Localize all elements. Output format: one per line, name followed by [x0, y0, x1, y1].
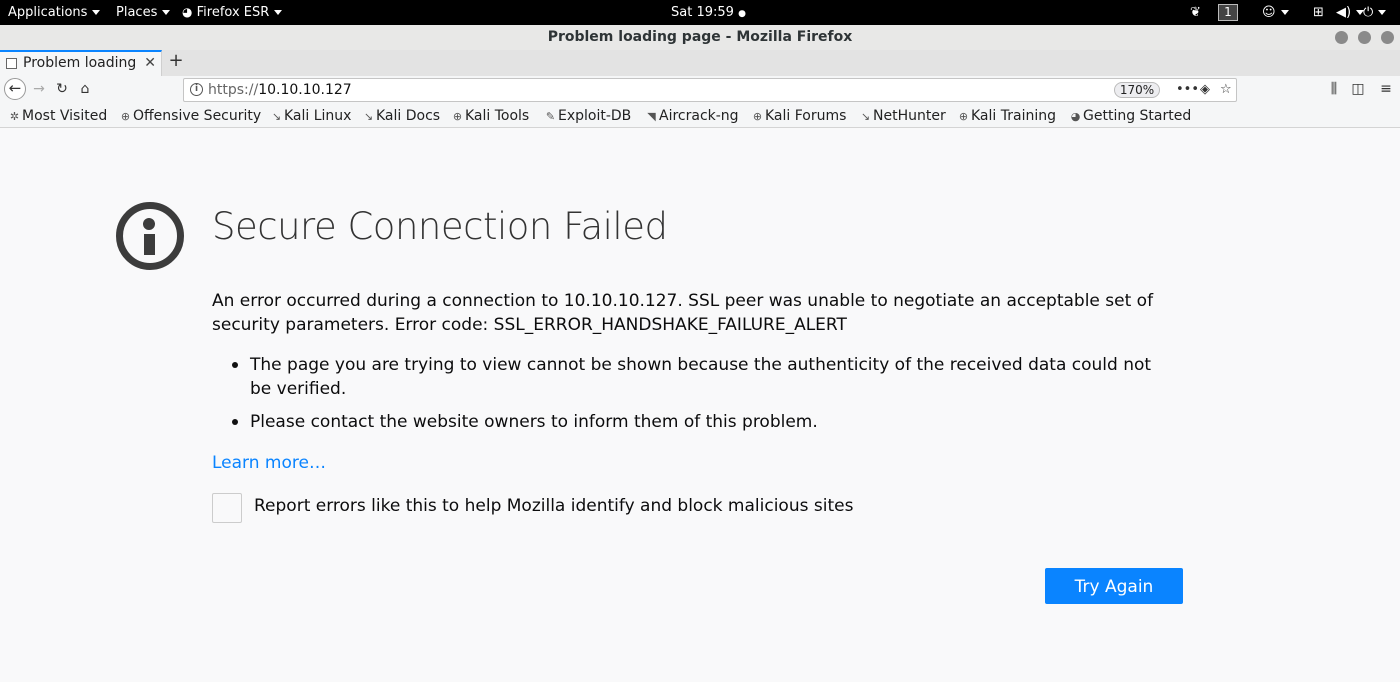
network-icon[interactable]: ⊞ [1313, 0, 1324, 25]
chevron-down-icon [162, 10, 171, 15]
window-title: Problem loading page - Mozilla Firefox [547, 29, 853, 45]
error-details-list: The page you are trying to view cannot b… [232, 353, 1172, 443]
app-menu-label: Firefox ESR [196, 5, 270, 20]
globe-icon: ⊕ [120, 110, 131, 123]
power-icon[interactable]: ⏻ [1363, 0, 1387, 25]
forward-button[interactable]: → [31, 78, 47, 100]
tab-problem-loading[interactable]: Problem loading page ✕ [0, 50, 162, 76]
page-title: Secure Connection Failed [212, 205, 668, 248]
list-item-text: Please contact the website owners to inf… [250, 412, 818, 432]
clock[interactable]: Sat 19:59 ● [671, 0, 746, 25]
chevron-down-icon [92, 10, 101, 15]
home-button[interactable]: ⌂ [77, 78, 93, 100]
aircrack-icon: ◥ [647, 110, 656, 123]
globe-icon: ⊕ [958, 110, 969, 123]
info-icon[interactable]: i [190, 83, 203, 96]
back-button[interactable]: ← [4, 78, 26, 100]
zoom-level-button[interactable]: 170% [1114, 82, 1160, 98]
app-menu[interactable]: ◕ Firefox ESR [182, 0, 283, 25]
report-errors-label[interactable]: Report errors like this to help Mozilla … [254, 496, 853, 516]
tab-strip: Problem loading page ✕ + [0, 50, 1400, 76]
url-host: 10.10.10.127 [258, 82, 352, 98]
globe-icon: ⊕ [452, 110, 463, 123]
chevron-down-icon [1378, 10, 1387, 15]
bookmark-getting-started[interactable]: ◕ Getting Started [1070, 104, 1192, 128]
sidebar-icon[interactable]: ◫ [1350, 78, 1366, 100]
applications-menu-label: Applications [8, 5, 88, 20]
notification-dot-icon: ● [738, 9, 746, 19]
kali-dragon-icon: ↘ [271, 110, 282, 123]
bookmark-kali-training[interactable]: ⊕ Kali Training [958, 104, 1056, 128]
bookmark-label: Getting Started [1083, 108, 1192, 124]
firefox-icon: ◕ [1070, 110, 1081, 123]
bookmark-aircrack-ng[interactable]: ◥ Aircrack-ng [646, 104, 739, 128]
bookmark-kali-docs[interactable]: ↘ Kali Docs [363, 104, 440, 128]
report-errors-checkbox[interactable] [212, 493, 242, 523]
clock-label: Sat 19:59 [671, 5, 734, 20]
navigation-bar: ← → ↻ ⌂ i https://10.10.10.127 170% ••• … [0, 76, 1400, 104]
bookmark-label: Offensive Security [133, 108, 262, 124]
firefox-small-icon: ◕ [182, 5, 193, 19]
globe-icon: ⊕ [752, 110, 763, 123]
bookmark-most-visited[interactable]: ✲ Most Visited [9, 104, 107, 128]
bookmarks-toolbar: ✲ Most Visited ⊕ Offensive Security ↘ Kali … [0, 104, 1400, 128]
chevron-down-icon [274, 10, 283, 15]
volume-icon[interactable]: ◀) [1336, 0, 1365, 25]
url-bar[interactable]: i https://10.10.10.127 170% ••• ◈ ☆ [183, 78, 1237, 102]
bookmark-label: Kali Training [971, 108, 1056, 124]
exploit-db-icon: ✎ [545, 110, 556, 123]
gear-icon: ✲ [9, 110, 20, 123]
info-circle-icon [116, 202, 184, 270]
bookmark-kali-linux[interactable]: ↘ Kali Linux [271, 104, 352, 128]
tab-label: Problem loading page [23, 55, 139, 71]
bookmark-exploit-db[interactable]: ✎ Exploit-DB [545, 104, 631, 128]
chevron-down-icon [1280, 10, 1289, 15]
minimize-button[interactable] [1335, 31, 1348, 44]
error-page: Secure Connection Failed An error occurr… [0, 129, 1400, 682]
list-item: The page you are trying to view cannot b… [232, 353, 1172, 401]
bullet-icon [232, 362, 238, 368]
page-icon [6, 58, 17, 69]
kali-dragon-icon: ↘ [860, 110, 871, 123]
list-item-text: The page you are trying to view cannot b… [250, 355, 1152, 399]
bookmark-nethunter[interactable]: ↘ NetHunter [860, 104, 946, 128]
new-tab-button[interactable]: + [168, 50, 184, 74]
bookmark-label: NetHunter [873, 108, 946, 124]
list-item: Please contact the website owners to inf… [232, 410, 1172, 434]
window-titlebar: Problem loading page - Mozilla Firefox [0, 25, 1400, 50]
tab-close-icon[interactable]: ✕ [144, 52, 156, 74]
bullet-icon [232, 419, 238, 425]
bookmark-kali-tools[interactable]: ⊕ Kali Tools [452, 104, 529, 128]
applications-menu[interactable]: Applications [8, 0, 101, 25]
url-text[interactable]: https://10.10.10.127 [208, 79, 352, 101]
reload-button[interactable]: ↻ [54, 78, 70, 100]
bookmark-label: Exploit-DB [558, 108, 632, 124]
bookmark-label: Most Visited [22, 108, 108, 124]
library-icon[interactable]: ⫼ [1326, 78, 1342, 100]
bookmark-star-icon[interactable]: ☆ [1220, 79, 1232, 101]
accessibility-icon[interactable]: ☺ [1262, 0, 1289, 25]
paw-icon[interactable]: ❦ [1190, 0, 1201, 25]
learn-more-link[interactable]: Learn more… [212, 453, 326, 473]
error-description: An error occurred during a connection to… [212, 291, 1154, 335]
places-menu-label: Places [116, 5, 158, 20]
bookmark-label: Kali Forums [765, 108, 847, 124]
bookmark-offensive-security[interactable]: ⊕ Offensive Security [120, 104, 261, 128]
bookmark-label: Kali Linux [284, 108, 352, 124]
bookmark-label: Aircrack-ng [659, 108, 739, 124]
pocket-icon[interactable]: ◈ [1200, 79, 1210, 101]
maximize-button[interactable] [1358, 31, 1371, 44]
close-window-button[interactable] [1381, 31, 1394, 44]
url-scheme: https:// [208, 82, 259, 98]
bookmark-label: Kali Docs [376, 108, 441, 124]
page-actions-button[interactable]: ••• [1176, 79, 1199, 101]
kali-dragon-icon: ↘ [363, 110, 374, 123]
bookmark-label: Kali Tools [465, 108, 530, 124]
try-again-button[interactable]: Try Again [1045, 568, 1183, 604]
workspace-indicator[interactable]: 1 [1218, 4, 1238, 21]
hamburger-menu-icon[interactable]: ≡ [1378, 78, 1394, 100]
gnome-top-panel: Applications Places ◕ Firefox ESR Sat 19… [0, 0, 1400, 25]
places-menu[interactable]: Places [116, 0, 171, 25]
bookmark-kali-forums[interactable]: ⊕ Kali Forums [752, 104, 847, 128]
